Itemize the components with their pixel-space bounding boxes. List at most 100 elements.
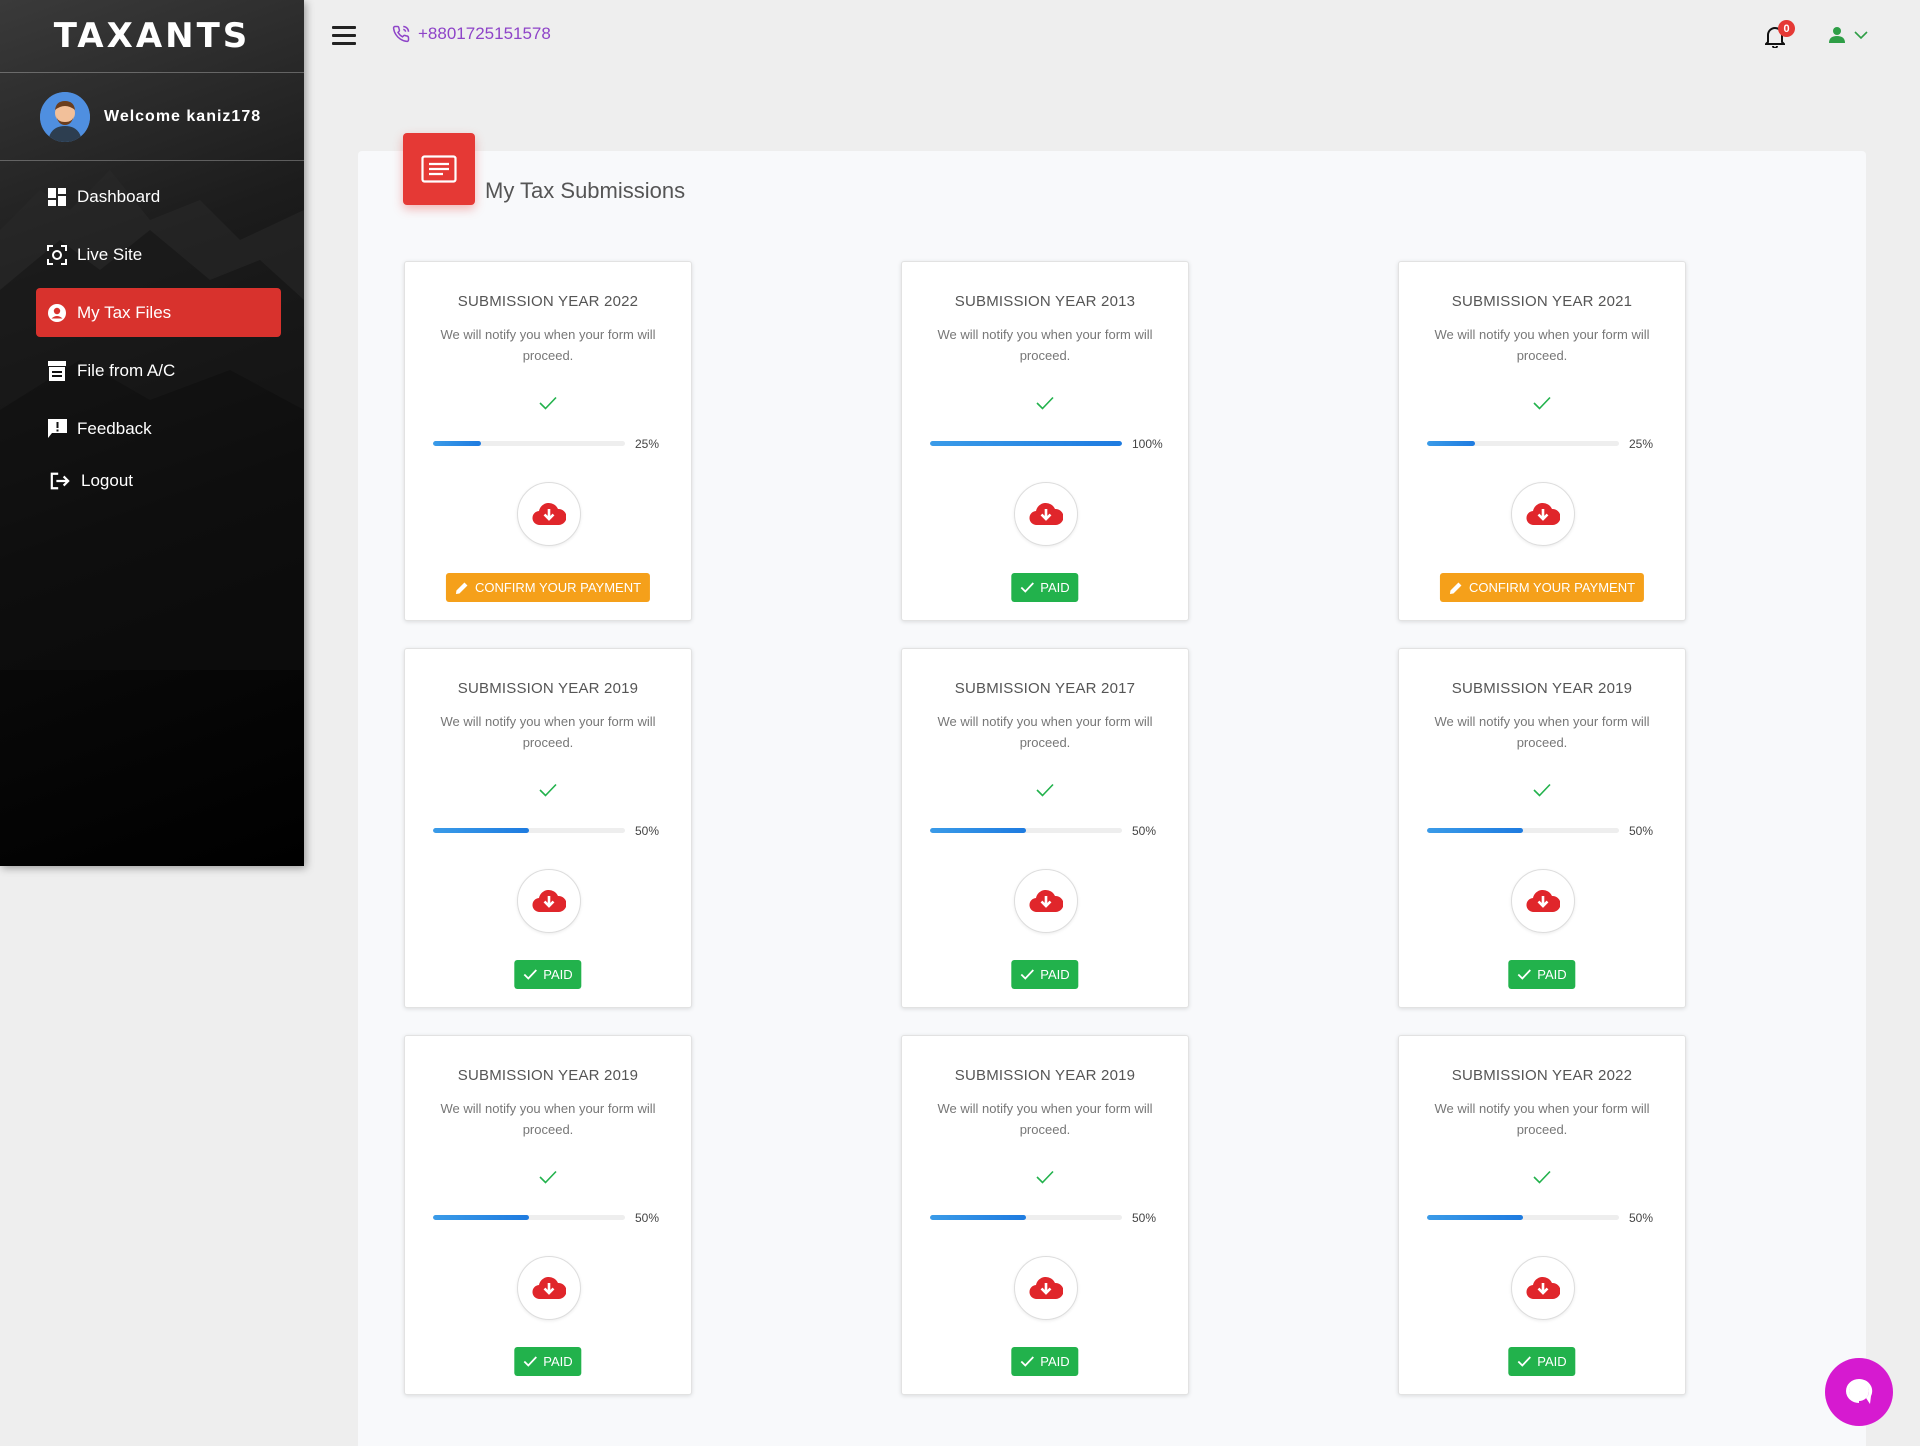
chat-button[interactable] xyxy=(1825,1358,1893,1426)
logout-icon xyxy=(50,471,70,491)
sidebar-item-label: File from A/C xyxy=(77,360,176,380)
submission-card: SUBMISSION YEAR 2022 We will notify you w… xyxy=(1398,1035,1686,1395)
submission-note: We will notify you when your form will p… xyxy=(440,1101,656,1137)
submission-year: SUBMISSION YEAR 2022 xyxy=(1451,1067,1633,1084)
submission-year: SUBMISSION YEAR 2022 xyxy=(457,293,639,310)
sidebar-item-label: My Tax Files xyxy=(77,302,172,322)
pencil-icon xyxy=(1449,582,1462,594)
progress-fill xyxy=(930,1215,1026,1220)
progress-bar xyxy=(433,1215,625,1220)
check-icon xyxy=(1517,1356,1531,1367)
sidebar-item-label: Logout xyxy=(81,470,133,490)
check-icon xyxy=(902,396,1188,414)
cloud-download-icon xyxy=(1526,889,1560,913)
paid-status-button[interactable]: PAID xyxy=(1508,1347,1576,1376)
pencil-icon xyxy=(455,582,468,594)
document-list-icon xyxy=(421,155,457,183)
submission-card: SUBMISSION YEAR 2021 We will notify you w… xyxy=(1398,261,1686,621)
download-button[interactable] xyxy=(1511,1256,1575,1320)
progress-percent: 25% xyxy=(1629,437,1654,451)
notification-count-badge: 0 xyxy=(1778,20,1795,37)
brand-logo[interactable]: TAXANTS xyxy=(54,16,251,56)
user-panel: Welcome kaniz178 xyxy=(0,73,304,161)
sidebar-item-file-from-ac[interactable]: File from A/C xyxy=(36,346,281,395)
download-button[interactable] xyxy=(1014,482,1078,546)
cloud-download-icon xyxy=(1029,1276,1063,1300)
check-icon xyxy=(1399,1170,1685,1188)
progress-fill xyxy=(930,828,1026,833)
progress-fill xyxy=(433,1215,529,1220)
cloud-download-icon xyxy=(532,1276,566,1300)
cloud-download-icon xyxy=(1029,889,1063,913)
submission-year: SUBMISSION YEAR 2017 xyxy=(954,680,1136,697)
status-label: CONFIRM YOUR PAYMENT xyxy=(474,580,642,595)
progress-bar xyxy=(433,441,625,446)
avatar[interactable] xyxy=(40,91,90,142)
status-label: PAID xyxy=(1040,580,1070,595)
progress-bar xyxy=(930,828,1122,833)
submission-card: SUBMISSION YEAR 2013 We will notify you w… xyxy=(901,261,1189,621)
submission-note: We will notify you when your form will p… xyxy=(937,1101,1153,1137)
download-button[interactable] xyxy=(1014,869,1078,933)
paid-status-button[interactable]: PAID xyxy=(1011,1347,1079,1376)
status-label: PAID xyxy=(1537,967,1567,982)
menu-toggle-button[interactable] xyxy=(332,26,356,46)
progress-percent: 50% xyxy=(635,824,660,838)
submission-year: SUBMISSION YEAR 2021 xyxy=(1451,293,1633,310)
sidebar-item-label: Live Site xyxy=(77,244,143,264)
paid-status-button[interactable]: PAID xyxy=(514,960,582,989)
submissions-header-icon xyxy=(403,133,475,205)
submission-note: We will notify you when your form will p… xyxy=(1434,714,1650,750)
status-label: PAID xyxy=(1040,967,1070,982)
check-icon xyxy=(405,396,691,414)
download-button[interactable] xyxy=(1511,482,1575,546)
download-button[interactable] xyxy=(517,482,581,546)
paid-status-button[interactable]: PAID xyxy=(1011,960,1079,989)
check-icon xyxy=(1020,1356,1034,1367)
check-icon xyxy=(1399,783,1685,801)
account-circle-icon xyxy=(47,303,67,323)
progress-fill xyxy=(1427,441,1475,446)
cloud-download-icon xyxy=(1526,1276,1560,1300)
download-button[interactable] xyxy=(517,869,581,933)
check-icon xyxy=(523,1356,537,1367)
progress-bar xyxy=(1427,1215,1619,1220)
sidebar-item-dashboard[interactable]: Dashboard xyxy=(36,172,281,221)
progress-fill xyxy=(1427,1215,1523,1220)
sidebar-nav: Dashboard Live Site My Tax Files File fr… xyxy=(0,161,304,505)
live-site-icon xyxy=(47,244,67,265)
submission-note: We will notify you when your form will p… xyxy=(937,714,1153,750)
paid-status-button[interactable]: PAID xyxy=(514,1347,582,1376)
status-label: PAID xyxy=(1537,1354,1567,1369)
logo-area: TAXANTS xyxy=(0,0,304,73)
submission-card: SUBMISSION YEAR 2019 We will notify you w… xyxy=(404,648,692,1008)
sidebar-item-logout[interactable]: Logout xyxy=(36,456,281,505)
download-button[interactable] xyxy=(1014,1256,1078,1320)
confirm-payment-button[interactable]: CONFIRM YOUR PAYMENT xyxy=(1439,573,1645,602)
check-icon xyxy=(405,1170,691,1188)
cloud-download-icon xyxy=(1526,502,1560,526)
paid-status-button[interactable]: PAID xyxy=(1508,960,1576,989)
archive-icon xyxy=(47,360,67,381)
user-menu-dropdown[interactable] xyxy=(1828,26,1868,44)
notification-button[interactable]: 0 xyxy=(1763,20,1795,53)
chat-bubble-icon xyxy=(1846,1378,1873,1404)
progress-percent: 50% xyxy=(1132,824,1157,838)
download-button[interactable] xyxy=(517,1256,581,1320)
sidebar-item-my-tax-files[interactable]: My Tax Files xyxy=(36,288,281,337)
check-icon xyxy=(902,1170,1188,1188)
submission-year: SUBMISSION YEAR 2019 xyxy=(457,1067,639,1084)
submission-card: SUBMISSION YEAR 2019 We will notify you w… xyxy=(404,1035,692,1395)
phone-link[interactable]: +8801725151578 xyxy=(392,24,551,44)
page-title: My Tax Submissions xyxy=(485,178,686,203)
download-button[interactable] xyxy=(1511,869,1575,933)
progress-bar xyxy=(930,1215,1122,1220)
submission-year: SUBMISSION YEAR 2019 xyxy=(1451,680,1633,697)
sidebar-item-feedback[interactable]: Feedback xyxy=(36,404,281,453)
paid-status-button[interactable]: PAID xyxy=(1011,573,1079,602)
check-icon xyxy=(1399,396,1685,414)
submission-note: We will notify you when your form will p… xyxy=(440,327,656,363)
confirm-payment-button[interactable]: CONFIRM YOUR PAYMENT xyxy=(445,573,651,602)
sidebar-item-live-site[interactable]: Live Site xyxy=(36,230,281,279)
progress-percent: 50% xyxy=(1629,1211,1654,1225)
